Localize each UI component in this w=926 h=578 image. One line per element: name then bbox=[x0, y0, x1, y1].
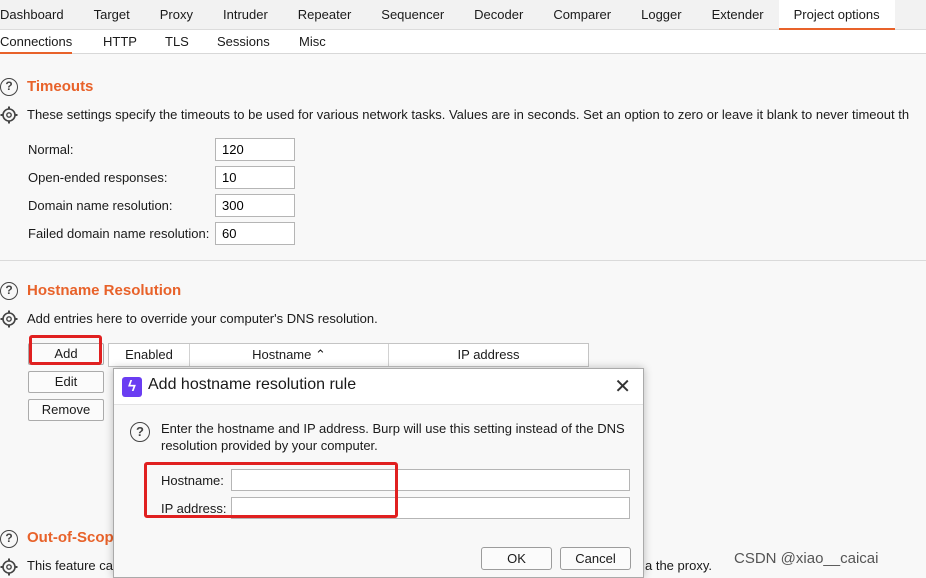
tab-repeater[interactable]: Repeater bbox=[283, 0, 366, 30]
out-of-scope-description-left: This feature ca bbox=[27, 558, 113, 573]
watermark: CSDN @xiao__caicai bbox=[734, 550, 879, 567]
timeouts-title: Timeouts bbox=[27, 78, 94, 95]
tab-project-options[interactable]: Project options bbox=[778, 0, 895, 30]
out-of-scope-help-icon[interactable]: ? bbox=[0, 530, 18, 548]
tab-proxy[interactable]: Proxy bbox=[145, 0, 208, 30]
sub-tab-bar: Connections HTTP TLS Sessions Misc bbox=[0, 30, 926, 54]
add-highlight-box bbox=[29, 335, 102, 365]
tab-target[interactable]: Target bbox=[79, 0, 145, 30]
out-of-scope-gear-icon[interactable] bbox=[0, 558, 18, 576]
column-hostname[interactable]: Hostname ⌃ bbox=[190, 344, 389, 366]
dialog-help-icon: ? bbox=[130, 422, 150, 442]
subtab-connections[interactable]: Connections bbox=[0, 30, 73, 54]
dialog-help-text-line1: Enter the hostname and IP address. Burp … bbox=[161, 421, 625, 436]
tab-sequencer[interactable]: Sequencer bbox=[366, 0, 459, 30]
subtab-http[interactable]: HTTP bbox=[103, 30, 137, 54]
open-ended-label: Open-ended responses: bbox=[28, 170, 168, 185]
hostname-table-header: Enabled Hostname ⌃ IP address bbox=[108, 343, 589, 367]
hostname-description: Add entries here to override your comput… bbox=[27, 311, 378, 326]
remove-button[interactable]: Remove bbox=[28, 399, 104, 421]
dns-resolution-label: Domain name resolution: bbox=[28, 198, 173, 213]
section-divider bbox=[0, 260, 926, 261]
out-of-scope-title: Out-of-Scop bbox=[27, 529, 114, 546]
subtab-tls[interactable]: TLS bbox=[165, 30, 189, 54]
tab-intruder[interactable]: Intruder bbox=[208, 0, 283, 30]
hostname-gear-icon[interactable] bbox=[0, 310, 18, 328]
timeouts-description: These settings specify the timeouts to b… bbox=[27, 107, 910, 122]
normal-timeout-input[interactable] bbox=[215, 138, 295, 161]
fields-highlight-box bbox=[144, 462, 398, 518]
dns-resolution-timeout-input[interactable] bbox=[215, 194, 295, 217]
open-ended-timeout-input[interactable] bbox=[215, 166, 295, 189]
column-enabled[interactable]: Enabled bbox=[109, 344, 190, 366]
subtab-misc[interactable]: Misc bbox=[299, 30, 326, 54]
timeouts-help-icon[interactable]: ? bbox=[0, 78, 18, 96]
add-hostname-dialog: ϟ Add hostname resolution rule ✕ ? Enter… bbox=[113, 368, 644, 578]
tab-extender[interactable]: Extender bbox=[697, 0, 779, 30]
tab-logger[interactable]: Logger bbox=[626, 0, 696, 30]
dialog-title: Add hostname resolution rule bbox=[148, 376, 357, 393]
ok-button[interactable]: OK bbox=[481, 547, 552, 570]
dialog-titlebar[interactable]: ϟ Add hostname resolution rule ✕ bbox=[114, 369, 643, 405]
hostname-help-icon[interactable]: ? bbox=[0, 282, 18, 300]
hostname-title: Hostname Resolution bbox=[27, 282, 182, 299]
tab-decoder[interactable]: Decoder bbox=[459, 0, 538, 30]
burp-logo-icon: ϟ bbox=[122, 377, 142, 397]
column-ip-address[interactable]: IP address bbox=[389, 344, 588, 366]
tab-dashboard[interactable]: Dashboard bbox=[0, 0, 79, 30]
tab-comparer[interactable]: Comparer bbox=[538, 0, 626, 30]
timeouts-gear-icon[interactable] bbox=[0, 106, 18, 124]
failed-dns-timeout-input[interactable] bbox=[215, 222, 295, 245]
close-icon[interactable]: ✕ bbox=[614, 374, 631, 399]
cancel-button[interactable]: Cancel bbox=[560, 547, 631, 570]
edit-button[interactable]: Edit bbox=[28, 371, 104, 393]
subtab-sessions[interactable]: Sessions bbox=[217, 30, 270, 54]
out-of-scope-description-right: a the proxy. bbox=[645, 558, 712, 573]
normal-label: Normal: bbox=[28, 142, 74, 157]
failed-dns-label: Failed domain name resolution: bbox=[28, 226, 210, 241]
dialog-help-text-line2: resolution provided by your computer. bbox=[161, 438, 378, 453]
main-tab-bar: Dashboard Target Proxy Intruder Repeater… bbox=[0, 0, 926, 30]
